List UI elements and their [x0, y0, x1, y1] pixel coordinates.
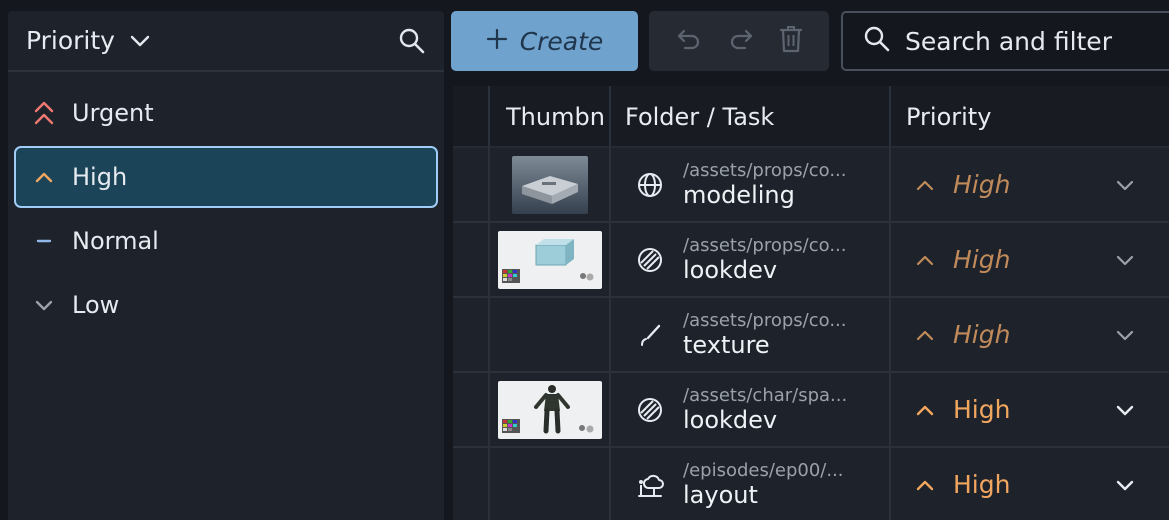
priority-cell[interactable]: High: [891, 448, 1169, 520]
undo-icon[interactable]: [675, 26, 703, 56]
task-table: Thumbn Folder / Task Priority /assets/pr…: [453, 86, 1169, 520]
column-header-folder-task[interactable]: Folder / Task: [625, 86, 885, 148]
priority-cell[interactable]: High: [891, 298, 1169, 371]
thumbnail-cell: [491, 298, 609, 371]
priority-dropdown-label[interactable]: Priority: [26, 26, 115, 55]
priority-value: High: [953, 170, 1011, 199]
column-header-thumbnail[interactable]: Thumbn: [506, 86, 609, 148]
task-path: /assets/props/co...: [683, 234, 847, 256]
chevron-down-icon[interactable]: [1115, 178, 1135, 192]
task-path: /assets/props/co...: [683, 309, 847, 331]
thumbnail-image: [498, 230, 602, 289]
chevron-up-icon: [915, 478, 935, 492]
column-header-priority[interactable]: Priority: [906, 86, 1156, 148]
task-name: lookdev: [683, 405, 778, 434]
priority-item-high[interactable]: High: [14, 146, 438, 208]
priority-cell[interactable]: High: [891, 148, 1169, 221]
thumbnail-image: [512, 155, 588, 214]
priority-item-label: High: [72, 163, 128, 191]
priority-value: High: [953, 470, 1011, 499]
column-divider[interactable]: [609, 86, 611, 520]
plus-icon: [486, 28, 508, 54]
chevron-up-icon: [30, 170, 58, 184]
chevron-up-icon: [915, 178, 935, 192]
priority-value: High: [953, 395, 1011, 424]
table-row[interactable]: /assets/props/co... lookdev High: [453, 223, 1169, 298]
task-name: layout: [683, 480, 758, 509]
chevron-up-icon: [915, 403, 935, 417]
task-cell: /episodes/ep00/... layout: [611, 448, 889, 520]
create-button[interactable]: Create: [451, 11, 638, 71]
column-divider[interactable]: [889, 86, 891, 520]
search-placeholder: Search and filter: [905, 26, 1112, 56]
priority-item-label: Low: [72, 291, 120, 319]
column-divider[interactable]: [488, 86, 490, 520]
thumbnail-cell: [491, 373, 609, 446]
priority-list: Urgent High Normal Low: [8, 72, 444, 336]
priority-item-low[interactable]: Low: [14, 274, 438, 336]
search-icon: [863, 25, 891, 57]
table-row[interactable]: /assets/char/spa... lookdev High: [453, 373, 1169, 448]
task-name: lookdev: [683, 255, 778, 284]
thumbnail-cell: [491, 448, 609, 520]
task-path: /assets/props/co...: [683, 159, 847, 181]
brush-icon: [635, 321, 665, 349]
history-actions: [649, 11, 829, 71]
thumbnail-cell: [491, 148, 609, 221]
chevron-up-icon: [915, 253, 935, 267]
priority-panel-header: Priority: [8, 11, 444, 72]
layout-tree-icon: [635, 470, 665, 500]
globe-icon: [635, 171, 665, 199]
chevron-down-icon[interactable]: [1115, 403, 1135, 417]
priority-item-label: Urgent: [72, 99, 154, 127]
task-name: texture: [683, 330, 770, 359]
chevron-down-icon[interactable]: [1115, 328, 1135, 342]
priority-value: High: [953, 245, 1011, 274]
search-filter-input[interactable]: Search and filter: [841, 11, 1169, 71]
shading-sphere-icon: [635, 246, 665, 274]
priority-cell[interactable]: High: [891, 373, 1169, 446]
task-path: /episodes/ep00/...: [683, 459, 844, 481]
chevron-down-icon: [30, 298, 58, 312]
search-icon[interactable]: [398, 27, 426, 55]
chevron-up-icon: [915, 328, 935, 342]
create-button-label: Create: [519, 26, 604, 56]
chevron-down-icon[interactable]: [1115, 478, 1135, 492]
trash-icon[interactable]: [779, 25, 803, 57]
priority-item-urgent[interactable]: Urgent: [14, 82, 438, 144]
dash-icon: [30, 234, 58, 248]
table-header: Thumbn Folder / Task Priority: [453, 86, 1169, 148]
table-row[interactable]: /episodes/ep00/... layout High: [453, 448, 1169, 520]
task-cell: /assets/char/spa... lookdev: [611, 373, 889, 446]
priority-cell[interactable]: High: [891, 223, 1169, 296]
priority-value: High: [953, 320, 1011, 349]
thumbnail-cell: [491, 223, 609, 296]
thumbnail-image: [498, 380, 602, 439]
table-row[interactable]: /assets/props/co... modeling High: [453, 148, 1169, 223]
task-name: modeling: [683, 180, 795, 209]
task-cell: /assets/props/co... texture: [611, 298, 889, 371]
chevron-down-icon[interactable]: [1115, 253, 1135, 267]
table-row[interactable]: /assets/props/co... texture High: [453, 298, 1169, 373]
priority-panel: Priority Urgent High Normal Low: [8, 11, 444, 520]
double-chevron-up-icon: [30, 100, 58, 126]
redo-icon[interactable]: [727, 26, 755, 56]
task-path: /assets/char/spa...: [683, 384, 848, 406]
chevron-down-icon[interactable]: [129, 34, 151, 48]
priority-item-label: Normal: [72, 227, 159, 255]
priority-item-normal[interactable]: Normal: [14, 210, 438, 272]
shading-sphere-icon: [635, 396, 665, 424]
task-cell: /assets/props/co... lookdev: [611, 223, 889, 296]
task-cell: /assets/props/co... modeling: [611, 148, 889, 221]
